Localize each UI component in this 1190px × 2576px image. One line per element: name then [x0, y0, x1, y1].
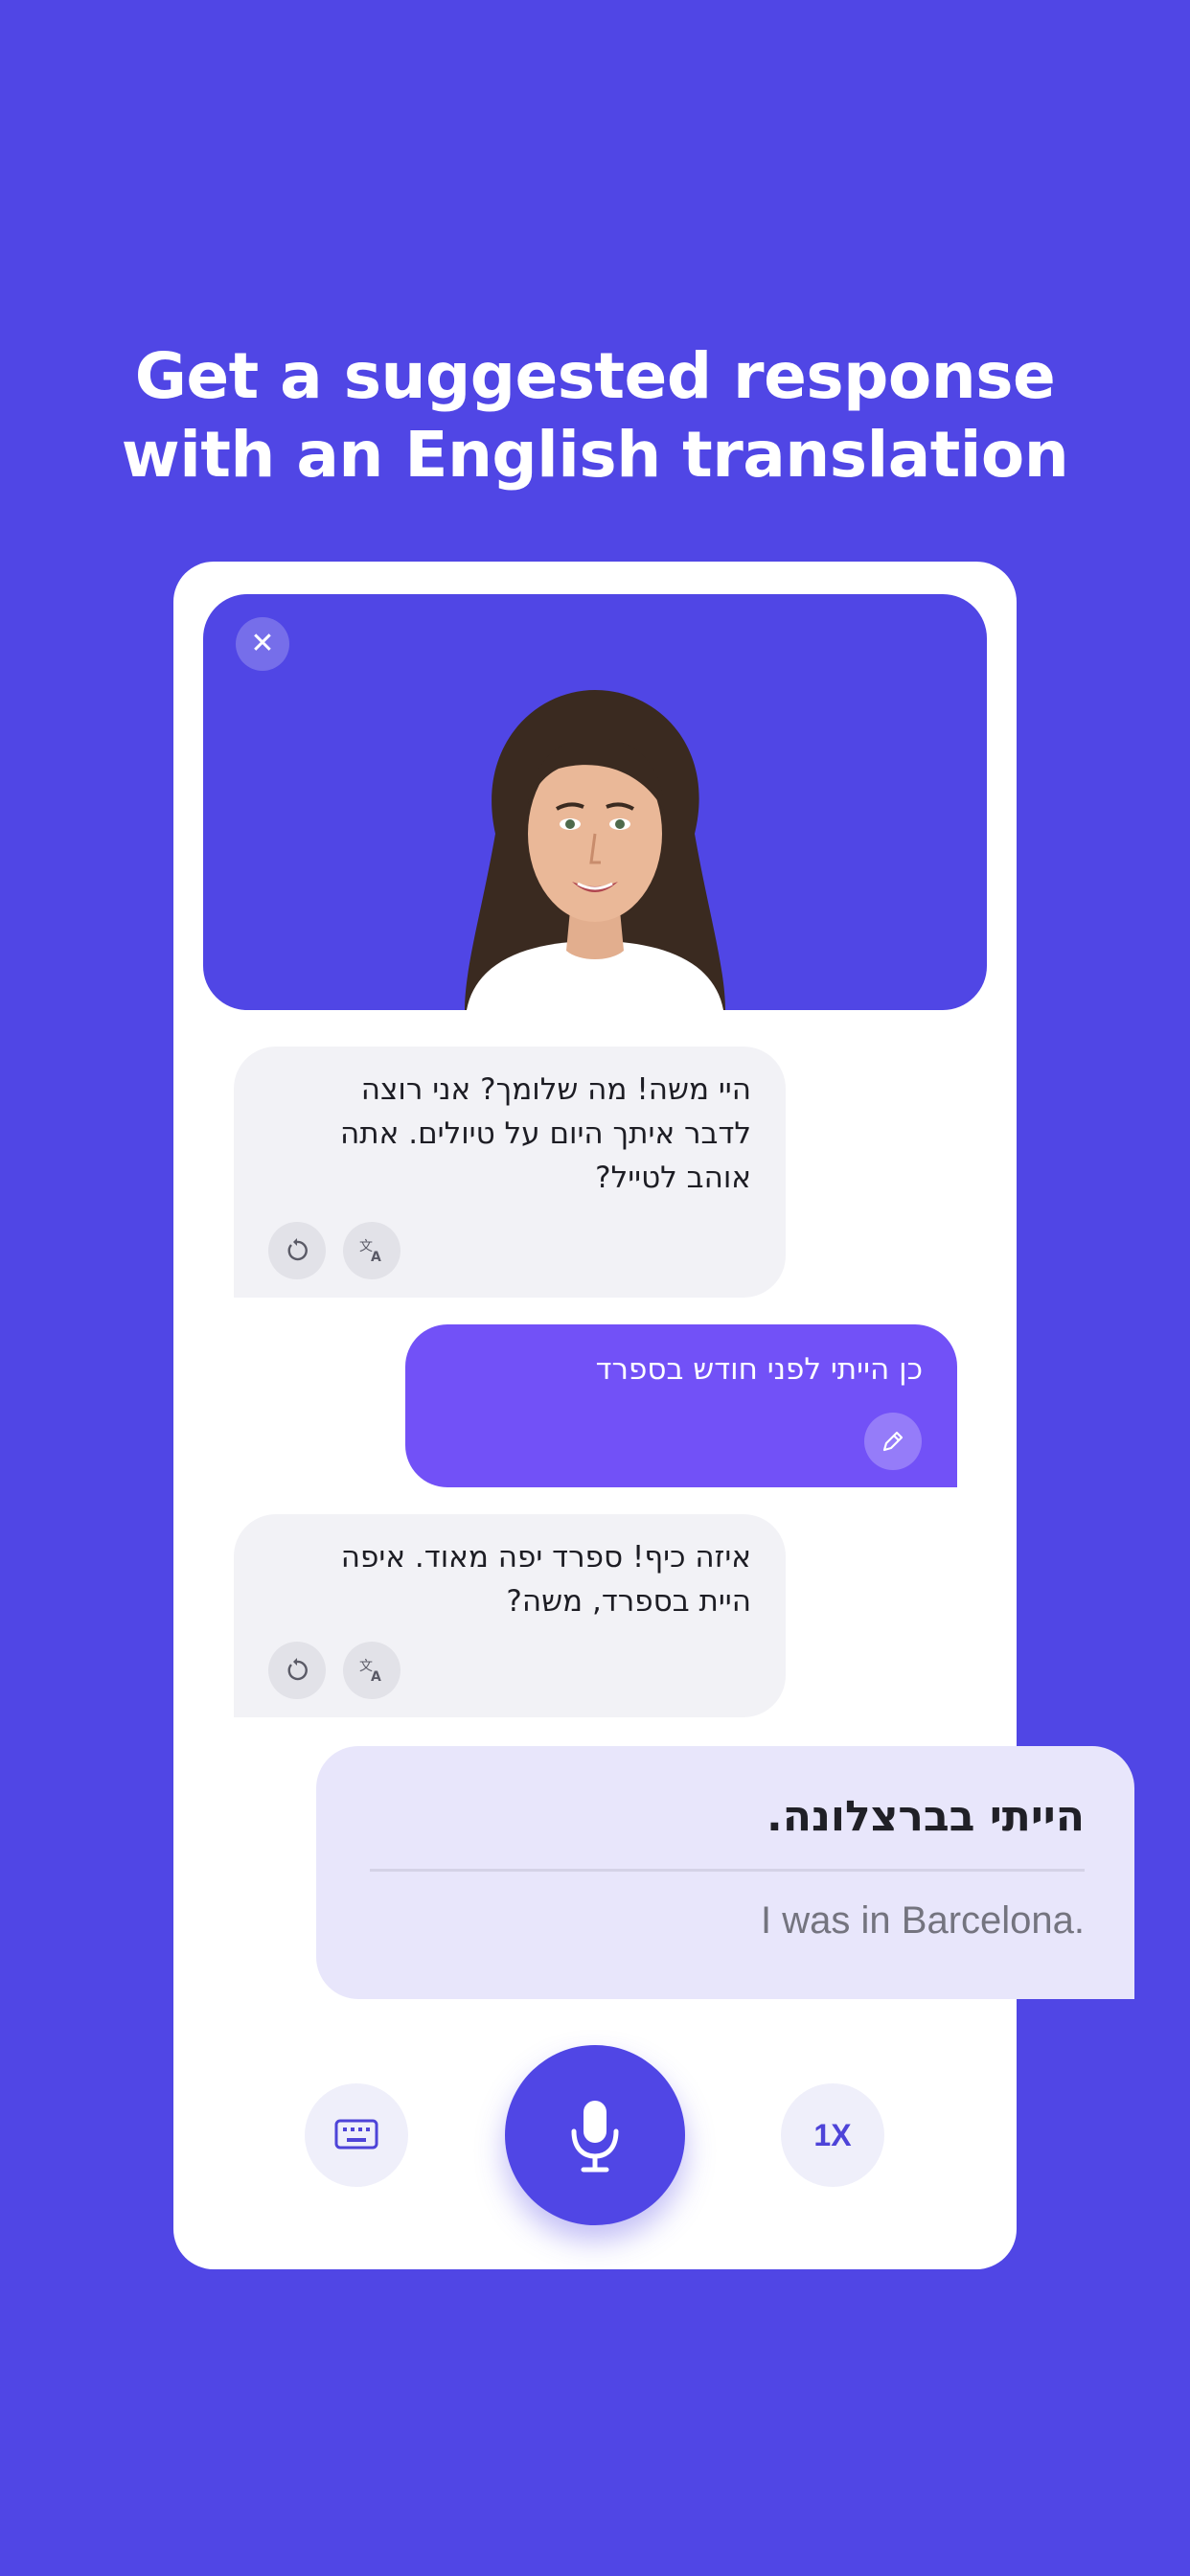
translate-icon: 文 A [359, 1239, 381, 1265]
microphone-icon [571, 2101, 619, 2173]
message-text: היי משה! מה שלומך? אני רוצה לדבר איתך הי… [268, 1068, 751, 1200]
woman-avatar-icon [465, 690, 725, 1010]
suggested-response-card[interactable]: הייתי בברצלונה. I was in Barcelona. [316, 1746, 1134, 1999]
replay-icon [287, 1658, 308, 1681]
divider [370, 1869, 1085, 1872]
message-line: היי משה! מה שלומך? אני רוצה [360, 1072, 751, 1107]
close-button[interactable]: ✕ [236, 617, 289, 671]
message-text: כן הייתי לפני חודש בספרד [595, 1352, 923, 1387]
message-line: אוהב לטייל? [595, 1161, 751, 1195]
replay-icon [287, 1238, 308, 1261]
close-icon: ✕ [250, 628, 275, 659]
keyboard-button[interactable] [305, 2083, 408, 2187]
translate-button[interactable]: 文 A [343, 1642, 400, 1699]
headline: Get a suggested response with an English… [0, 337, 1190, 494]
playback-speed-button[interactable]: 1X [781, 2083, 884, 2187]
message-line: היית בספרד, משה? [506, 1584, 751, 1619]
svg-text:A: A [371, 1669, 381, 1685]
translate-button[interactable]: 文 A [343, 1222, 400, 1279]
replay-audio-button[interactable] [268, 1642, 326, 1699]
svg-text:A: A [371, 1250, 381, 1265]
suggested-response-translation: I was in Barcelona. [761, 1899, 1085, 1942]
translate-icon: 文 A [359, 1659, 381, 1685]
headline-line-1: Get a suggested response [134, 339, 1056, 413]
pencil-icon [882, 1431, 904, 1452]
message-line: איזה כיף! ספרד יפה מאוד. איפה [340, 1540, 751, 1575]
microphone-button[interactable] [505, 2045, 685, 2225]
message-line: לדבר איתך היום על טיולים. אתה [340, 1116, 751, 1151]
headline-line-2: with an English translation [121, 418, 1069, 492]
suggested-response-hebrew: הייתי בברצלונה. [767, 1792, 1085, 1841]
message-text: איזה כיף! ספרד יפה מאוד. איפה היית בספרד… [268, 1535, 751, 1623]
replay-audio-button[interactable] [268, 1222, 326, 1279]
edit-message-button[interactable] [864, 1413, 922, 1470]
tutor-video-panel: ✕ [203, 594, 987, 1010]
keyboard-icon [334, 2119, 378, 2150]
